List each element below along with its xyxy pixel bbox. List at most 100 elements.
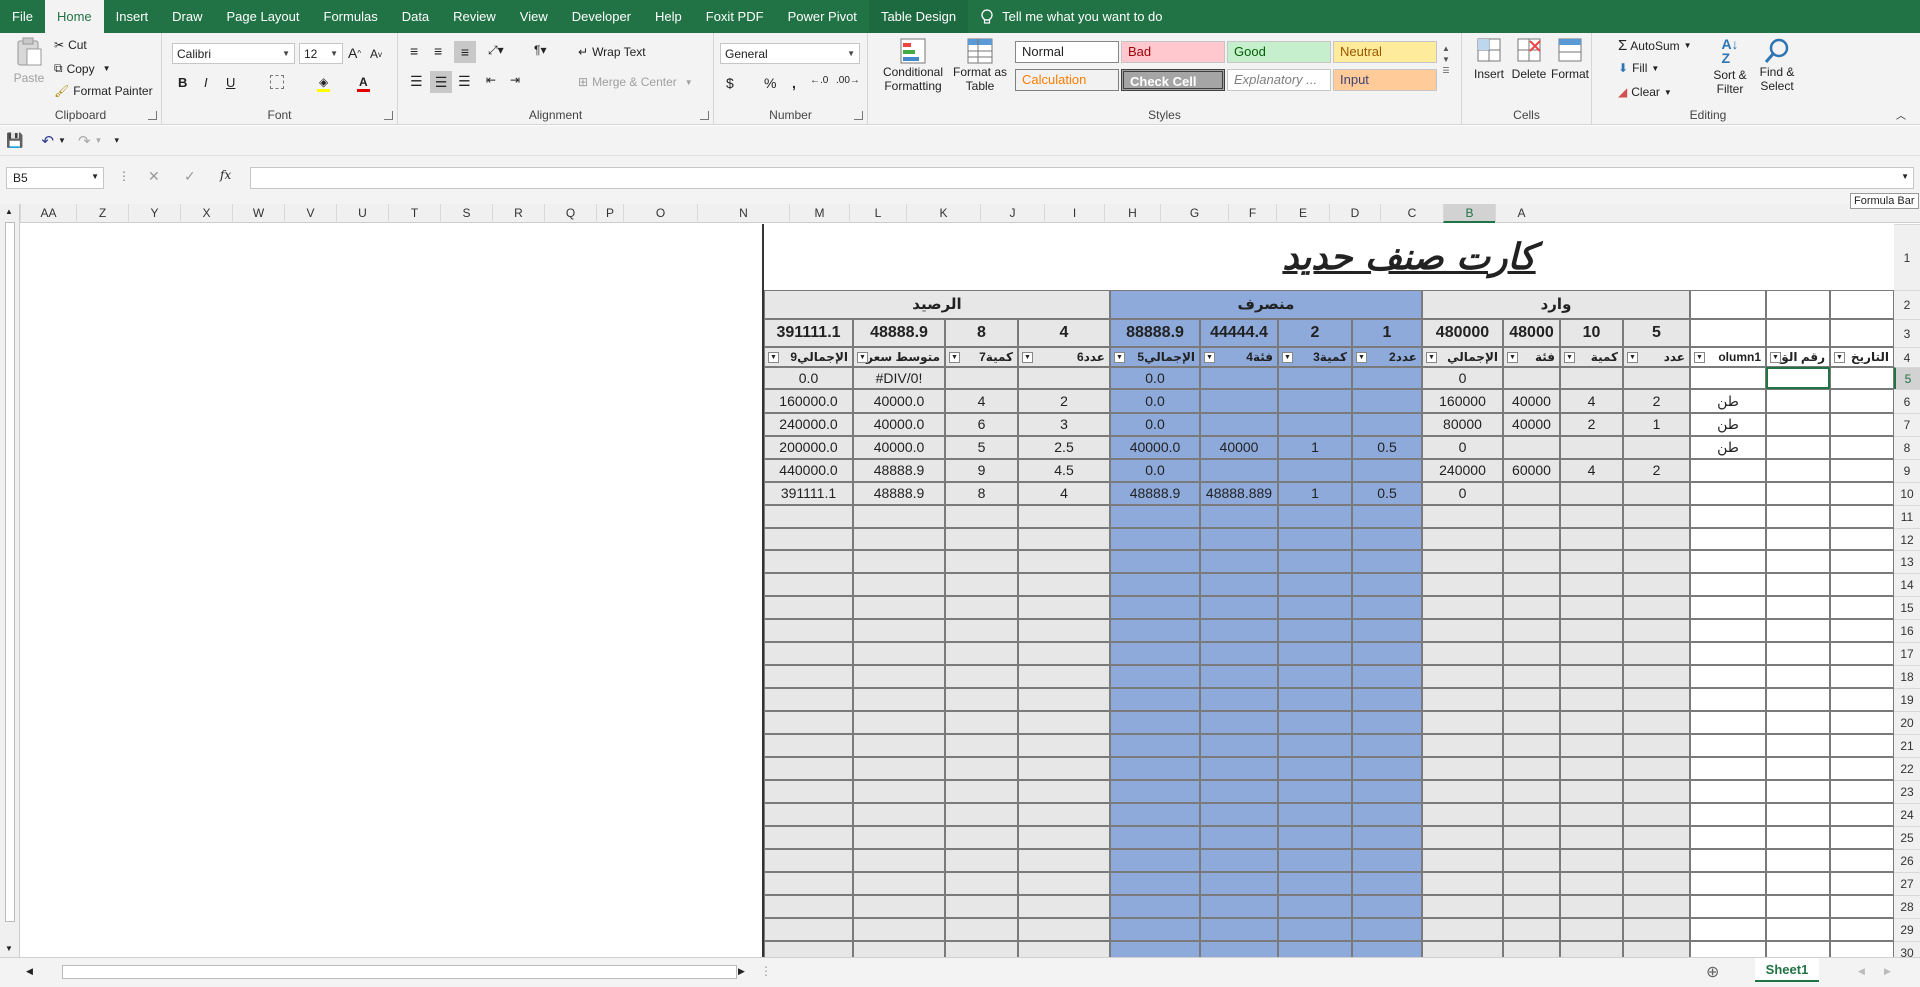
empty-cell[interactable] — [1278, 918, 1352, 941]
empty-cell[interactable] — [1690, 688, 1766, 711]
clear-button[interactable]: ◢ Clear ▼ — [1618, 85, 1672, 99]
empty-cell[interactable] — [1503, 665, 1560, 688]
empty-cell[interactable] — [1560, 895, 1623, 918]
data-cell[interactable] — [1503, 482, 1560, 505]
empty-cell[interactable] — [1200, 803, 1278, 826]
data-cell[interactable] — [945, 367, 1018, 389]
empty-cell[interactable] — [1830, 826, 1894, 849]
empty-cell[interactable] — [1503, 711, 1560, 734]
empty-cell[interactable] — [1830, 642, 1894, 665]
filter-dropdown-icon[interactable]: ▼ — [1770, 352, 1781, 363]
cut-button[interactable]: ✂ Cut — [54, 38, 87, 52]
data-cell[interactable]: 8 — [945, 482, 1018, 505]
data-cell[interactable] — [1830, 459, 1894, 482]
style-normal[interactable]: Normal — [1015, 41, 1119, 63]
empty-cell[interactable] — [1503, 734, 1560, 757]
data-cell[interactable]: 4.5 — [1018, 459, 1110, 482]
column-header-r[interactable]: R — [492, 204, 544, 223]
empty-cell[interactable] — [764, 849, 853, 872]
data-cell[interactable]: 2 — [1018, 389, 1110, 413]
data-cell[interactable]: 40000.0 — [853, 436, 945, 459]
empty-cell[interactable] — [1690, 941, 1766, 957]
empty-cell[interactable] — [1422, 619, 1503, 642]
empty-cell[interactable] — [853, 528, 945, 550]
empty-cell[interactable] — [764, 803, 853, 826]
column-header-u[interactable]: U — [336, 204, 388, 223]
empty-cell[interactable] — [1503, 688, 1560, 711]
row-header-27[interactable]: 27 — [1894, 872, 1920, 895]
collapse-ribbon-icon[interactable]: ︿ — [1896, 107, 1906, 122]
empty-cell[interactable] — [1422, 550, 1503, 573]
empty-cell[interactable] — [1690, 895, 1766, 918]
column-header-t[interactable]: T — [388, 204, 440, 223]
filter-dropdown-icon[interactable]: ▼ — [1627, 352, 1638, 363]
empty-cell[interactable] — [1200, 780, 1278, 803]
empty-cell[interactable] — [1830, 849, 1894, 872]
empty-cell[interactable] — [1766, 619, 1830, 642]
empty-cell[interactable] — [1560, 619, 1623, 642]
table-header-cell[interactable]: عدد2 ▼ — [1352, 347, 1422, 367]
data-cell[interactable]: 200000.0 — [764, 436, 853, 459]
format-painter-button[interactable]: 🖌 Format Painter — [54, 84, 153, 98]
empty-cell[interactable] — [1110, 826, 1200, 849]
empty-cell[interactable] — [853, 849, 945, 872]
empty-cell[interactable] — [945, 780, 1018, 803]
row-header-30[interactable]: 30 — [1894, 941, 1920, 957]
row-header-15[interactable]: 15 — [1894, 596, 1920, 619]
empty-cell[interactable] — [945, 619, 1018, 642]
scroll-right-icon[interactable]: ▶ — [738, 966, 745, 977]
empty-cell[interactable] — [1200, 734, 1278, 757]
empty-cell[interactable] — [1766, 895, 1830, 918]
data-cell[interactable] — [1766, 367, 1830, 389]
data-cell[interactable]: 60000 — [1503, 459, 1560, 482]
empty-cell[interactable] — [1623, 872, 1690, 895]
empty-cell[interactable] — [945, 505, 1018, 528]
row-header-24[interactable]: 24 — [1894, 803, 1920, 826]
empty-cell[interactable] — [1560, 757, 1623, 780]
empty-cell[interactable] — [1830, 505, 1894, 528]
empty-cell[interactable] — [1422, 849, 1503, 872]
column-header-v[interactable]: V — [284, 204, 336, 223]
empty-cell[interactable] — [1110, 619, 1200, 642]
data-cell[interactable]: 48888.9 — [1110, 482, 1200, 505]
tab-insert[interactable]: Insert — [104, 0, 161, 33]
data-cell[interactable]: 0.5 — [1352, 482, 1422, 505]
column-header-g[interactable]: G — [1160, 204, 1228, 223]
empty-cell[interactable] — [945, 734, 1018, 757]
undo-icon[interactable]: ↶ — [41, 132, 54, 150]
empty-cell[interactable] — [764, 528, 853, 550]
data-cell[interactable] — [1690, 367, 1766, 389]
empty-cell[interactable] — [764, 872, 853, 895]
empty-cell[interactable] — [1200, 872, 1278, 895]
total-cell[interactable]: 480000 — [1422, 319, 1503, 347]
empty-cell[interactable] — [1352, 711, 1422, 734]
comma-button[interactable]: , — [792, 75, 796, 91]
empty-cell[interactable] — [1018, 711, 1110, 734]
data-cell[interactable] — [1200, 367, 1278, 389]
empty-cell[interactable] — [1278, 688, 1352, 711]
empty-cell[interactable] — [1766, 688, 1830, 711]
empty-cell[interactable] — [1830, 619, 1894, 642]
empty-cell[interactable] — [1352, 596, 1422, 619]
empty-cell[interactable] — [1018, 505, 1110, 528]
table-header-cell[interactable]: الإجمالي ▼ — [1422, 347, 1503, 367]
table-header-cell[interactable]: التاريخ ▼ — [1830, 347, 1894, 367]
empty-cell[interactable] — [1200, 849, 1278, 872]
empty-cell[interactable] — [1503, 941, 1560, 957]
empty-cell[interactable] — [1110, 665, 1200, 688]
row-header-11[interactable]: 11 — [1894, 505, 1920, 528]
empty-cell[interactable] — [945, 826, 1018, 849]
column-header-q[interactable]: Q — [544, 204, 596, 223]
empty-cell[interactable] — [1200, 688, 1278, 711]
row-header-1[interactable]: 1 — [1894, 224, 1920, 290]
filter-dropdown-icon[interactable]: ▼ — [1564, 352, 1575, 363]
table-header-cell[interactable]: كمية ▼ — [1560, 347, 1623, 367]
data-cell[interactable]: 0.0 — [1110, 413, 1200, 436]
empty-cell[interactable] — [1830, 711, 1894, 734]
empty-cell[interactable] — [1352, 803, 1422, 826]
empty-cell[interactable] — [1200, 941, 1278, 957]
data-cell[interactable]: 2 — [1560, 413, 1623, 436]
column-header-y[interactable]: Y — [128, 204, 180, 223]
wrap-text-button[interactable]: ↵ Wrap Text — [578, 45, 646, 59]
empty-cell[interactable] — [945, 872, 1018, 895]
